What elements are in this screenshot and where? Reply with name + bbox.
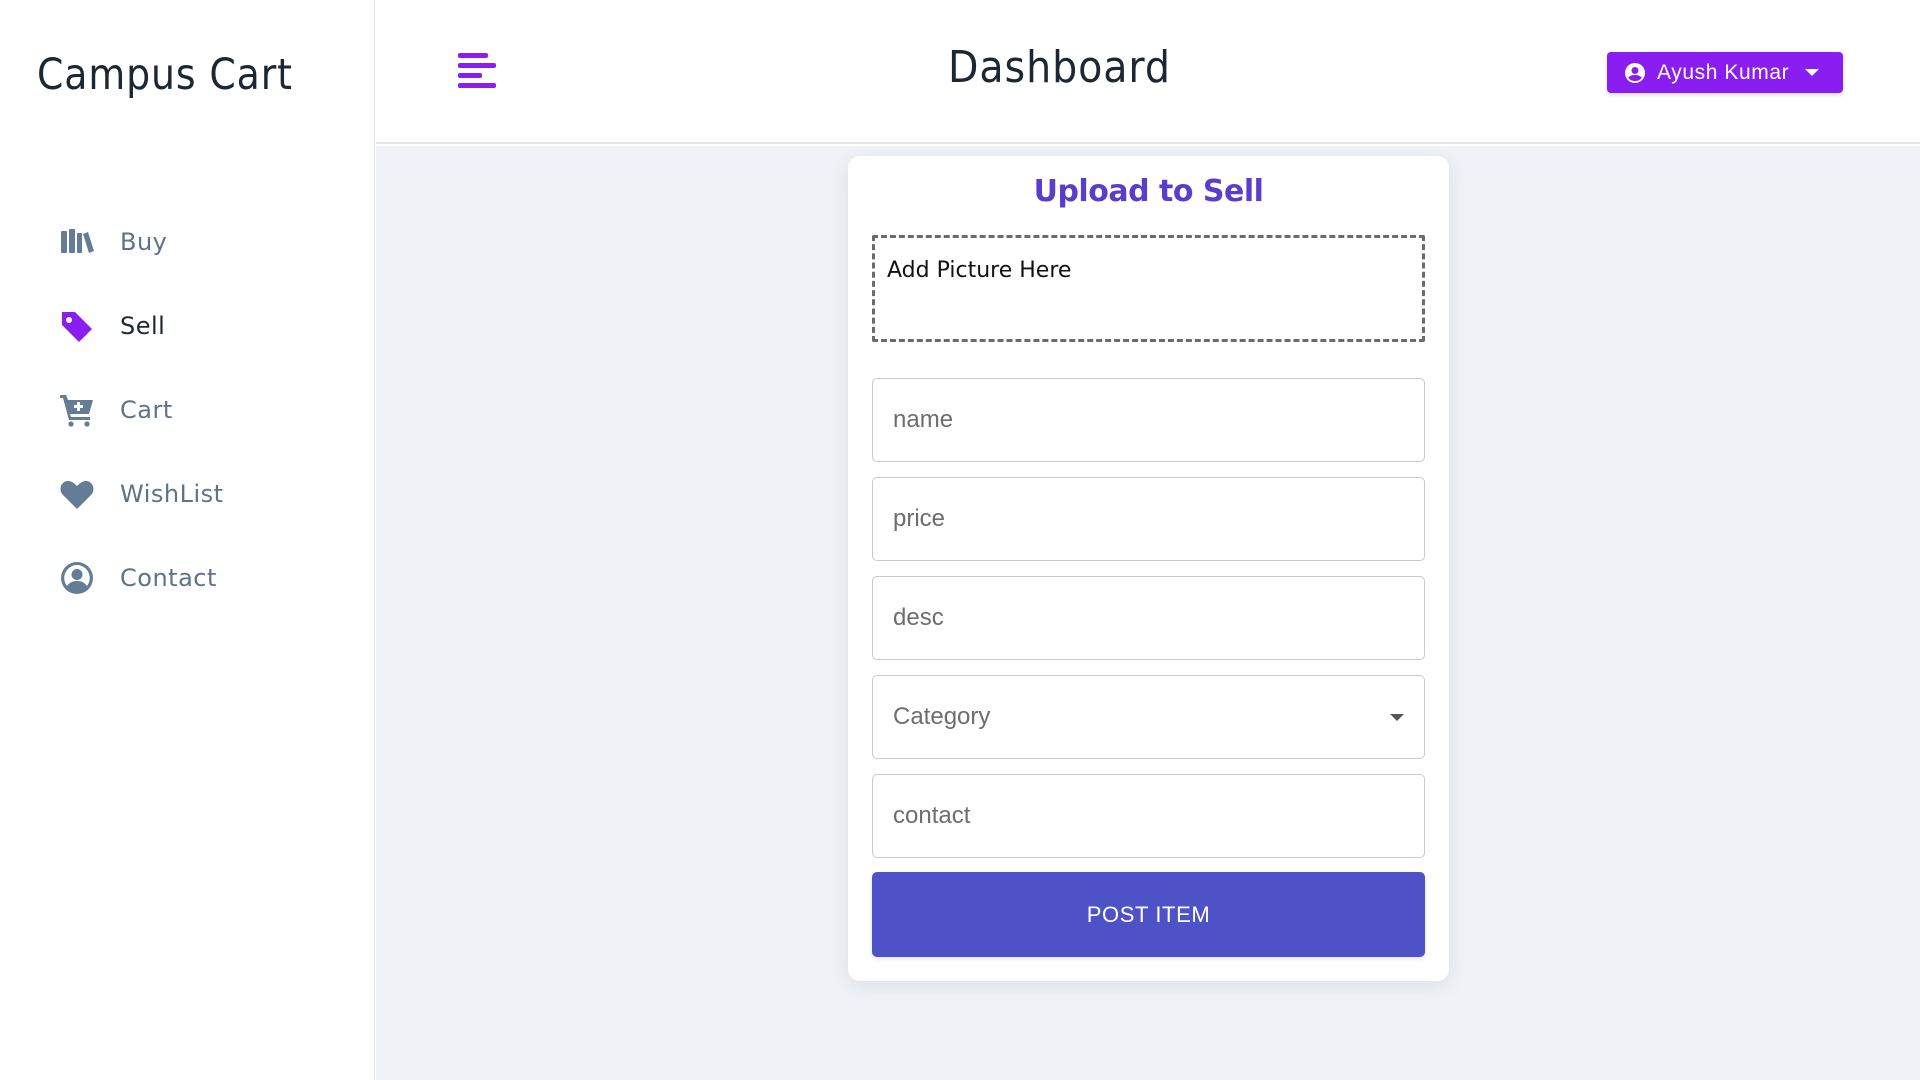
chevron-down-icon — [1390, 714, 1404, 721]
sidebar-item-label: Buy — [120, 228, 168, 256]
sidebar-item-label: Sell — [120, 312, 166, 340]
sidebar-item-sell[interactable]: Sell — [0, 284, 375, 368]
heart-icon — [58, 475, 96, 513]
user-circle-icon — [1625, 62, 1645, 83]
contact-field-wrapper — [872, 774, 1425, 858]
sidebar-nav: Buy Sell Cart WishList Contact — [0, 200, 375, 620]
category-select[interactable]: Category — [872, 675, 1425, 759]
page-title: Dashboard — [948, 42, 1171, 93]
price-field-wrapper — [872, 477, 1425, 561]
desc-field-wrapper — [872, 576, 1425, 660]
cart-plus-icon — [58, 391, 96, 429]
sidebar-item-buy[interactable]: Buy — [0, 200, 375, 284]
category-select-label: Category — [893, 703, 991, 730]
sidebar-item-label: Cart — [120, 396, 173, 424]
contact-input[interactable] — [873, 775, 1424, 857]
main-content: Upload to Sell Add Picture Here Category… — [376, 146, 1920, 1080]
picture-dropzone[interactable]: Add Picture Here — [872, 235, 1425, 342]
sidebar-item-label: WishList — [120, 480, 224, 508]
user-name: Ayush Kumar — [1657, 60, 1790, 84]
books-icon — [58, 223, 96, 261]
card-title: Upload to Sell — [1033, 174, 1264, 209]
post-item-button[interactable]: POST ITEM — [872, 872, 1425, 957]
chevron-down-icon — [1805, 69, 1820, 76]
price-input[interactable] — [873, 478, 1424, 560]
sidebar-item-contact[interactable]: Contact — [0, 536, 375, 620]
brand-logo[interactable]: Campus Cart — [37, 50, 293, 100]
desc-input[interactable] — [873, 577, 1424, 659]
user-menu-button[interactable]: Ayush Kumar — [1607, 52, 1843, 93]
sidebar-item-wishlist[interactable]: WishList — [0, 452, 375, 536]
menu-icon[interactable] — [456, 50, 498, 92]
dropzone-label: Add Picture Here — [887, 258, 1072, 283]
name-field-wrapper — [872, 378, 1425, 462]
user-circle-icon — [58, 559, 96, 597]
name-input[interactable] — [873, 379, 1424, 461]
upload-card: Upload to Sell Add Picture Here Category… — [848, 156, 1449, 981]
sidebar-item-cart[interactable]: Cart — [0, 368, 375, 452]
tag-icon — [58, 307, 96, 345]
sidebar-item-label: Contact — [120, 564, 217, 592]
top-header: Dashboard Ayush Kumar — [376, 0, 1920, 144]
sidebar: Campus Cart Buy Sell Cart WishList Conta… — [0, 0, 375, 1080]
